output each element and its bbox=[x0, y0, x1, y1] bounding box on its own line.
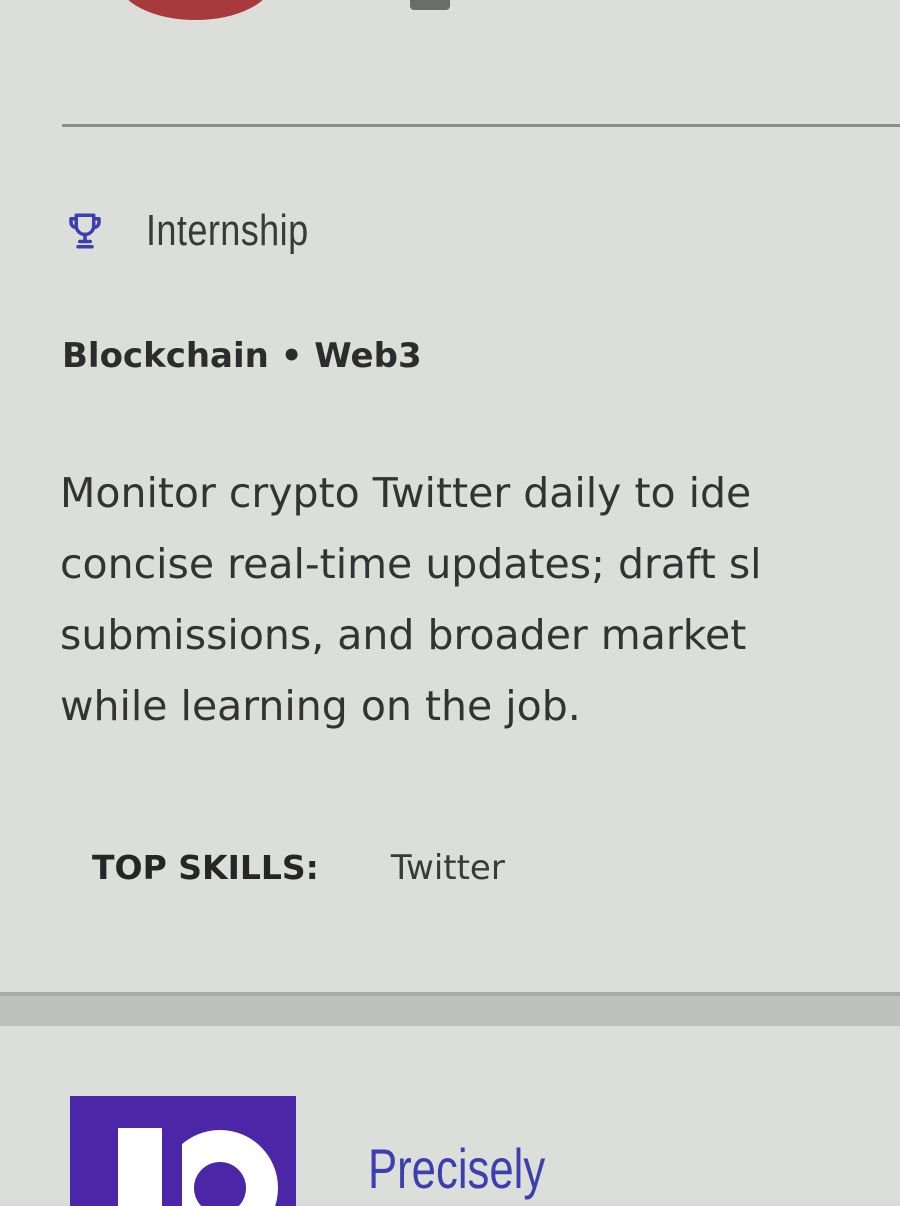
top-skills: TOP SKILLS: Twitter bbox=[92, 848, 505, 888]
company-logo[interactable] bbox=[70, 1096, 296, 1206]
description-line: concise real-time updates; draft sl bbox=[60, 540, 762, 588]
job-type: Internship bbox=[64, 206, 344, 256]
top-skills-label: TOP SKILLS: bbox=[92, 848, 319, 887]
job-description: Monitor crypto Twitter daily to ide conc… bbox=[60, 458, 900, 742]
precisely-logo-icon bbox=[70, 1096, 296, 1206]
job-card[interactable]: Internship Blockchain • Web3 Monitor cry… bbox=[0, 0, 900, 992]
skill-tag[interactable]: Twitter bbox=[391, 848, 505, 888]
description-line: submissions, and broader market bbox=[60, 611, 747, 659]
company-name[interactable]: Precisely bbox=[368, 1136, 545, 1201]
card-separator bbox=[0, 992, 900, 1026]
divider bbox=[62, 124, 900, 127]
previous-card-element bbox=[410, 0, 450, 10]
description-line: Monitor crypto Twitter daily to ide bbox=[60, 469, 752, 517]
job-type-label: Internship bbox=[146, 206, 309, 255]
previous-company-logo[interactable] bbox=[118, 0, 273, 20]
job-category: Blockchain • Web3 bbox=[62, 336, 422, 376]
description-line: while learning on the job. bbox=[60, 682, 581, 730]
trophy-icon bbox=[69, 213, 101, 249]
next-job-card[interactable]: Precisely bbox=[0, 1026, 900, 1206]
